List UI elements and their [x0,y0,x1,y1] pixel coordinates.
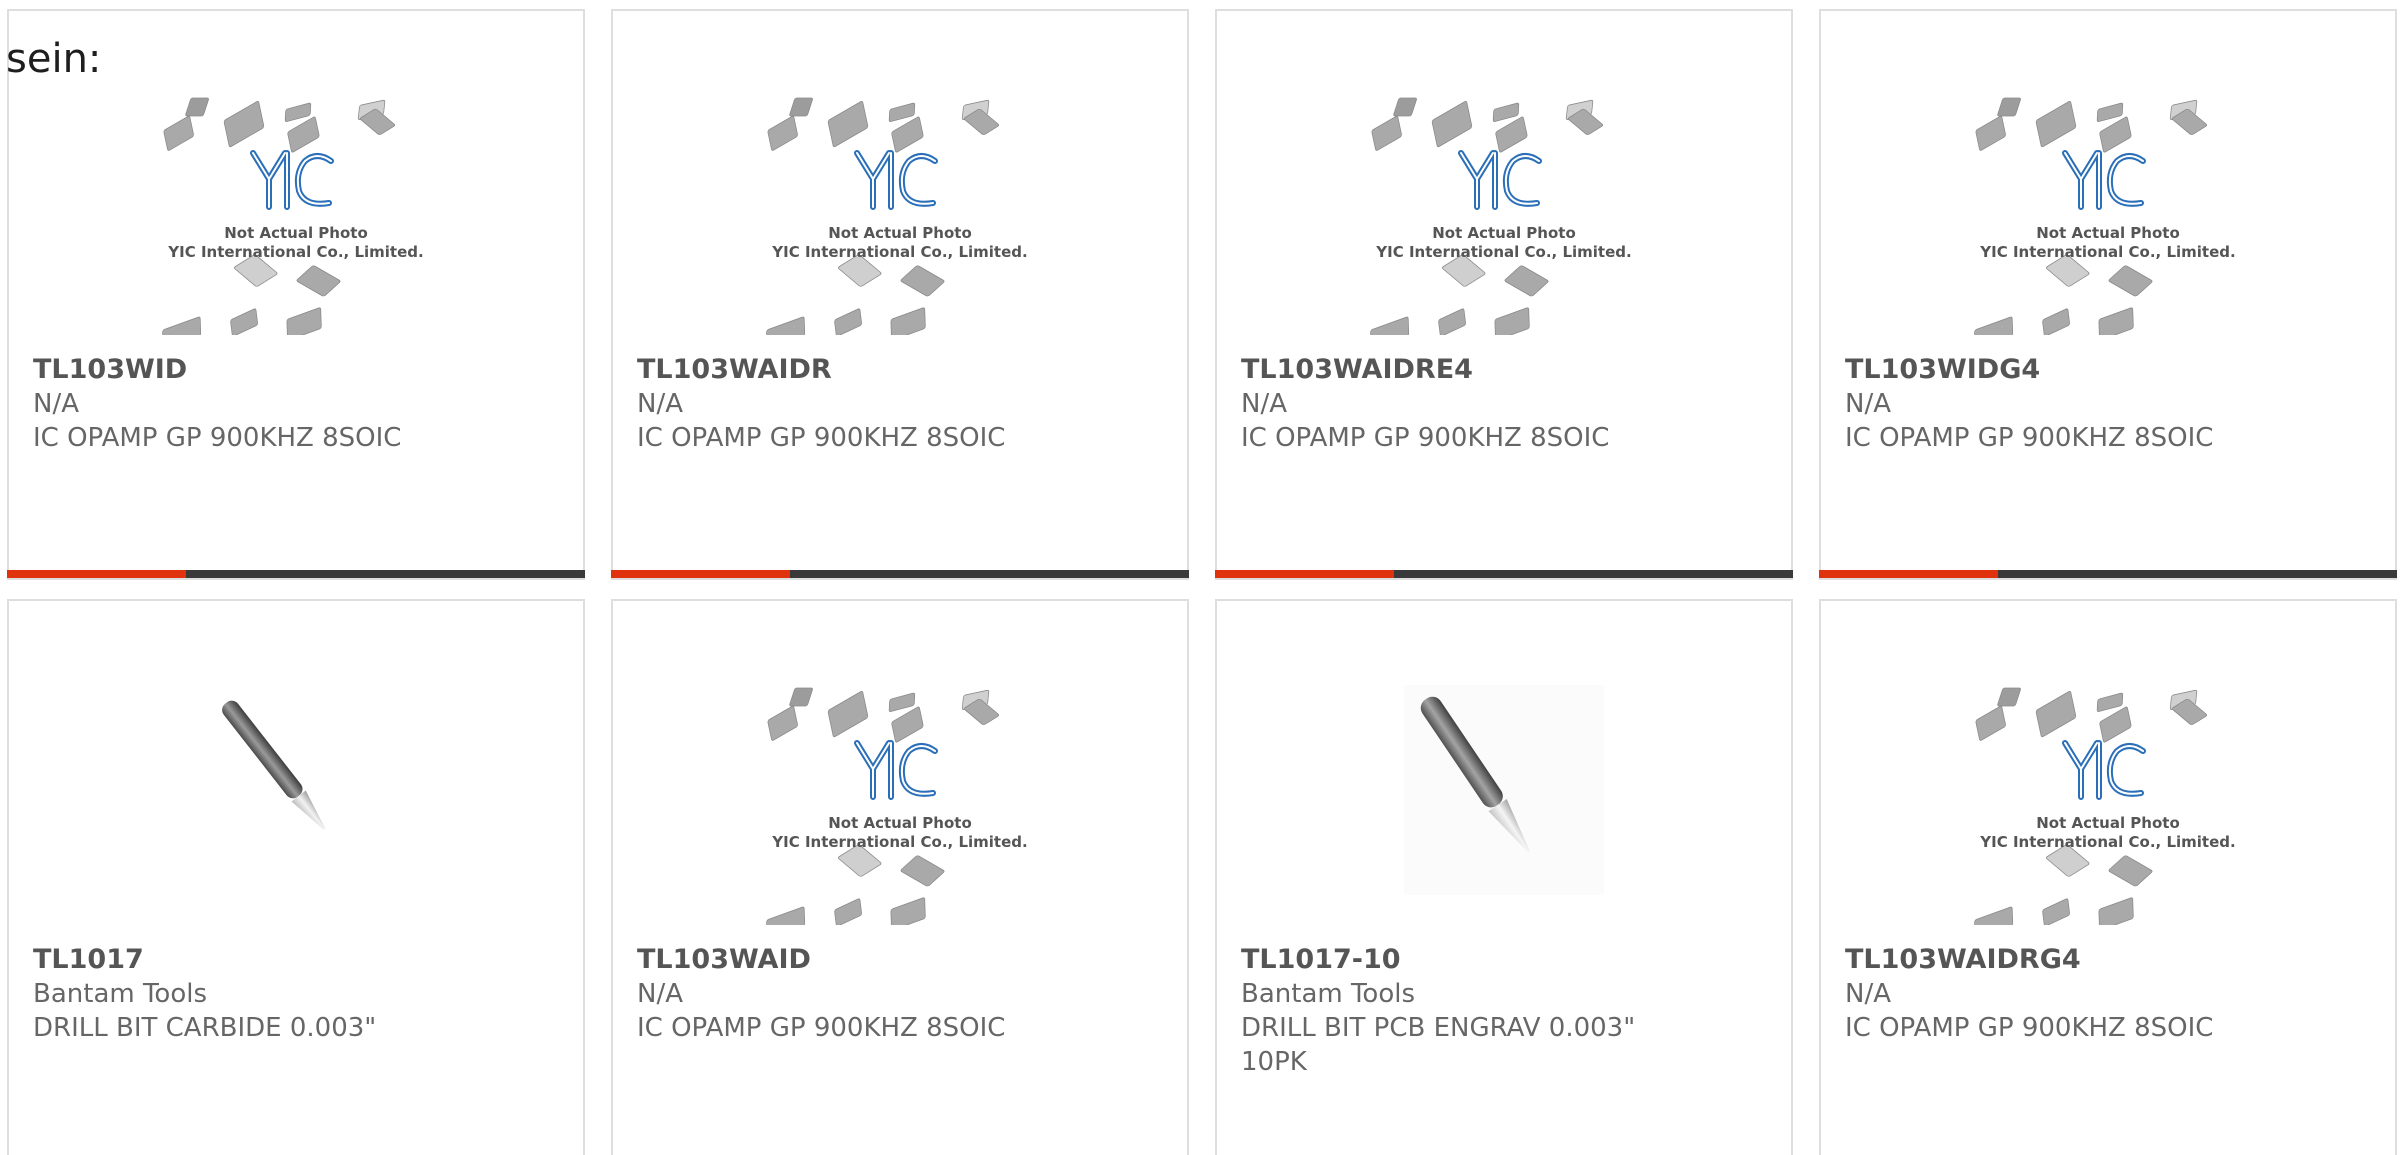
chip-icons [1974,687,2208,925]
product-grid-page: Not Actual Photo YIC International Co., L… [0,0,2400,1155]
drill-bit-image [1404,685,1604,895]
manufacturer: N/A [1845,979,1891,1009]
progress-bar [1819,570,2397,578]
sein-label: sein: [6,36,102,82]
yic-logo [1458,150,1542,210]
description: IC OPAMP GP 900KHZ 8SOIC [33,423,402,453]
product-card[interactable]: Not Actual Photo YIC International Co., L… [7,9,585,580]
description: IC OPAMP GP 900KHZ 8SOIC [1845,1013,2214,1043]
drill-bit-image [222,700,326,830]
svg-text:YIC International Co., Limited: YIC International Co., Limited. [1979,243,2235,261]
yic-logo [2062,740,2146,800]
svg-text:YIC International Co., Limited: YIC International Co., Limited. [1979,833,2235,851]
part-number[interactable]: TL103WID [33,353,559,387]
chip-icons [766,97,1000,335]
progress-bar [7,570,585,578]
manufacturer: Bantam Tools [33,979,208,1009]
product-image[interactable]: Not Actual Photo YIC International Co., L… [613,685,1187,953]
product-image[interactable]: Not Actual Photo YIC International Co., L… [1217,95,1791,363]
progress-fill [1819,570,1999,578]
progress-bar [1215,570,1793,578]
description: IC OPAMP GP 900KHZ 8SOIC [637,423,1006,453]
manufacturer: N/A [637,389,683,419]
yic-placeholder-image: Not Actual PhotoYIC International Co., L… [766,97,1028,335]
product-card[interactable]: TL1017-10 Bantam Tools DRILL BIT PCB ENG… [1215,599,1793,1155]
yic-placeholder-image: Not Actual PhotoYIC International Co., L… [1974,687,2236,925]
yic-logo [2062,150,2146,210]
description: DRILL BIT PCB ENGRAV 0.003" 10PK [1241,1013,1636,1077]
product-image[interactable]: Not Actual Photo YIC International Co., L… [1821,685,2395,953]
part-number[interactable]: TL103WAIDRE4 [1241,353,1767,387]
part-number[interactable]: TL1017-10 [1241,943,1767,977]
svg-text:YIC International Co., Limited: YIC International Co., Limited. [167,243,423,261]
description: DRILL BIT CARBIDE 0.003" [33,1013,377,1043]
progress-fill [1215,570,1395,578]
svg-text:YIC International Co., Limited: YIC International Co., Limited. [771,243,1027,261]
svg-text:Not Actual Photo: Not Actual Photo [1432,224,1576,242]
manufacturer: N/A [1241,389,1287,419]
part-number[interactable]: TL103WAIDR [637,353,1163,387]
progress-bar [611,570,1189,578]
yic-placeholder-image: Not Actual PhotoYIC International Co., L… [1974,97,2236,335]
yic-logo [250,150,334,210]
manufacturer: N/A [1845,389,1891,419]
product-card[interactable]: Not Actual Photo YIC International Co., L… [1819,9,2397,580]
yic-placeholder-image: Not Actual PhotoYIC International Co., L… [766,687,1028,925]
yic-logo [854,740,938,800]
yic-logo [854,150,938,210]
chip-icons [766,687,1000,925]
svg-text:YIC International Co., Limited: YIC International Co., Limited. [1375,243,1631,261]
manufacturer: N/A [637,979,683,1009]
svg-text:Not Actual Photo: Not Actual Photo [2036,814,2180,832]
svg-text:Not Actual Photo: Not Actual Photo [828,814,972,832]
part-number[interactable]: TL103WAID [637,943,1163,977]
product-card[interactable]: Not Actual Photo YIC International Co., L… [611,599,1189,1155]
yic-placeholder-image: Not Actual PhotoYIC International Co., L… [162,97,424,335]
yic-placeholder-image: Not Actual PhotoYIC International Co., L… [1370,97,1632,335]
svg-text:Not Actual Photo: Not Actual Photo [828,224,972,242]
part-number[interactable]: TL103WIDG4 [1845,353,2371,387]
description: IC OPAMP GP 900KHZ 8SOIC [1845,423,2214,453]
description: IC OPAMP GP 900KHZ 8SOIC [637,1013,1006,1043]
product-image[interactable] [1217,685,1791,953]
progress-fill [7,570,187,578]
product-card[interactable]: TL1017 Bantam Tools DRILL BIT CARBIDE 0.… [7,599,585,1155]
chip-icons [1974,97,2208,335]
product-image[interactable]: Not Actual Photo YIC International Co., L… [9,95,583,363]
svg-text:Not Actual Photo: Not Actual Photo [224,224,368,242]
chip-icons [1370,97,1604,335]
product-image[interactable] [9,685,583,953]
part-number[interactable]: TL103WAIDRG4 [1845,943,2371,977]
manufacturer: Bantam Tools [1241,979,1416,1009]
product-image[interactable]: Not Actual Photo YIC International Co., L… [613,95,1187,363]
product-card[interactable]: Not Actual Photo YIC International Co., L… [1215,9,1793,580]
description: IC OPAMP GP 900KHZ 8SOIC [1241,423,1610,453]
product-card[interactable]: Not Actual Photo YIC International Co., L… [611,9,1189,580]
progress-fill [611,570,791,578]
svg-text:Not Actual Photo: Not Actual Photo [2036,224,2180,242]
svg-text:YIC International Co., Limited: YIC International Co., Limited. [771,833,1027,851]
product-image[interactable]: Not Actual Photo YIC International Co., L… [1821,95,2395,363]
product-card[interactable]: Not Actual Photo YIC International Co., L… [1819,599,2397,1155]
manufacturer: N/A [33,389,79,419]
part-number[interactable]: TL1017 [33,943,559,977]
chip-icons [162,97,396,335]
